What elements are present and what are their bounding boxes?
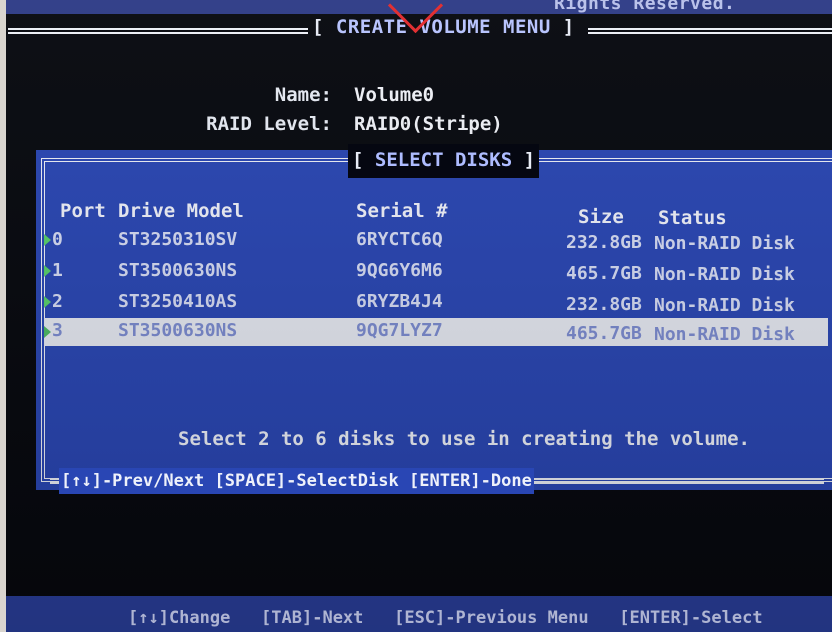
disk-size: 232.8GB [566,294,642,315]
column-size: Size [578,206,624,228]
title-left-rule [8,28,308,34]
disk-status: Non-RAID Disk [654,295,795,316]
selection-instruction: Select 2 to 6 disks to use in creating t… [178,428,750,450]
disk-model: ST3500630NS [118,320,238,341]
disk-serial: 9QG6Y6M6 [356,260,443,281]
column-status: Status [658,207,727,229]
disk-serial: 9QG7LYZ7 [356,320,443,341]
disk-port: 2 [52,291,63,312]
bios-screen: Rights Reserved. [ CREATE VOLUME MENU ] … [6,0,832,632]
disk-status: Non-RAID Disk [654,233,795,254]
disk-row-1[interactable]: 1 ST3500630NS 9QG6Y6M6 465.7GB Non-RAID … [44,258,828,286]
select-disks-title: [ SELECT DISKS ] [348,144,540,178]
port-arrow-icon [44,296,51,308]
disk-size: 465.7GB [566,263,642,284]
column-serial: Serial # [356,200,448,222]
raid-level-label: RAID Level: [206,113,332,135]
disk-model: ST3250410AS [118,291,238,312]
disk-port: 0 [52,229,63,250]
disk-model: ST3500630NS [118,260,238,281]
disk-serial: 6RYCTC6Q [356,229,443,250]
port-arrow-icon [44,265,51,277]
select-disks-panel: [ SELECT DISKS ] Port Drive Model Serial… [36,144,832,494]
menu-title: [ CREATE VOLUME MENU ] [312,16,575,38]
column-drive-model: Drive Model [118,200,244,222]
disk-status: Non-RAID Disk [654,264,795,285]
disk-port: 1 [52,260,63,281]
disk-port: 3 [52,320,63,341]
column-port: Port [60,200,106,222]
title-right-rule [588,28,832,34]
disk-model: ST3250310SV [118,229,238,250]
navigation-hints: [↑↓]-Prev/Next [SPACE]-SelectDisk [ENTER… [59,468,534,494]
disk-serial: 6RYZB4J4 [356,291,443,312]
disk-row-0[interactable]: 0 ST3250310SV 6RYCTC6Q 232.8GB Non-RAID … [44,227,828,255]
name-label: Name: [274,84,332,106]
name-value[interactable]: Volume0 [354,84,434,106]
bottom-key-help-bar: [↑↓]Change [TAB]-Next [ESC]-Previous Men… [6,596,832,632]
port-arrow-icon [44,234,51,246]
port-arrow-icon [44,326,51,338]
disk-size: 232.8GB [566,232,642,253]
disk-status: Non-RAID Disk [654,324,795,345]
raid-level-value[interactable]: RAID0(Stripe) [354,113,503,135]
disk-size: 465.7GB [566,323,642,344]
copyright-fragment: Rights Reserved. [554,0,736,14]
bottom-key-help-text: [↑↓]Change [TAB]-Next [ESC]-Previous Men… [128,608,763,628]
disk-row-3-selected[interactable]: 3 ST3500630NS 9QG7LYZ7 465.7GB Non-RAID … [44,318,828,346]
disk-row-2[interactable]: 2 ST3250410AS 6RYZB4J4 232.8GB Non-RAID … [44,289,828,317]
